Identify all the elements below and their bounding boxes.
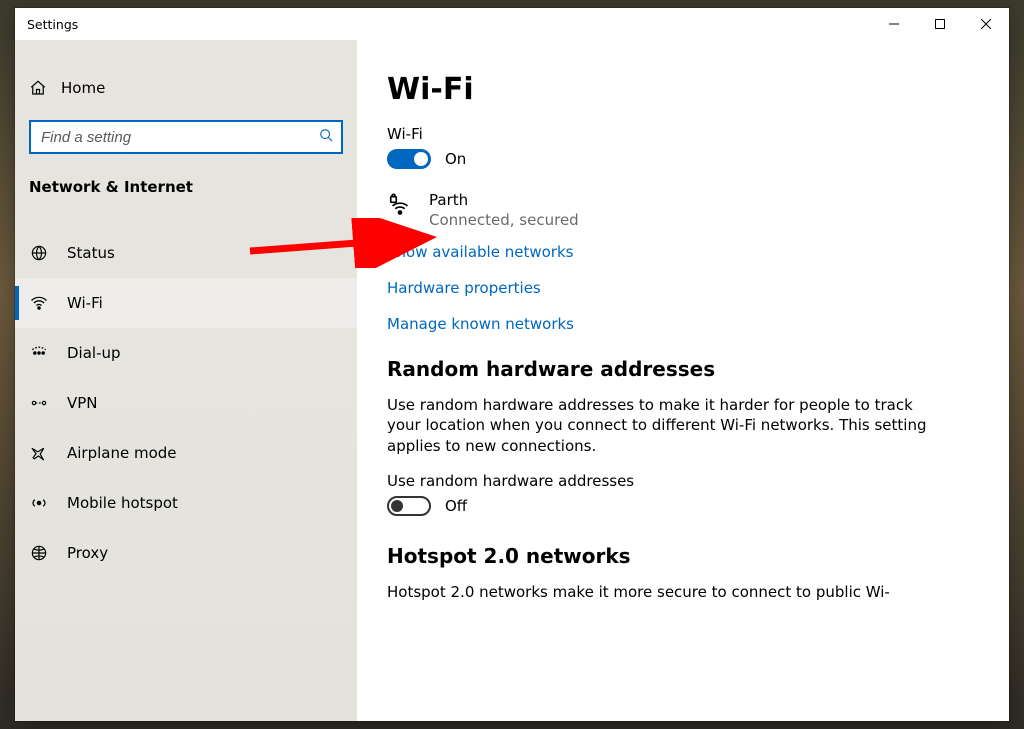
dialup-icon <box>29 344 49 362</box>
sidebar-item-hotspot[interactable]: Mobile hotspot <box>15 478 357 528</box>
random-hw-toggle-label: Use random hardware addresses <box>387 472 975 490</box>
random-hw-toggle-state: Off <box>445 497 467 515</box>
vpn-icon <box>29 394 49 412</box>
search-input[interactable] <box>41 129 319 146</box>
maximize-button[interactable] <box>917 8 963 40</box>
wifi-toggle-state: On <box>445 150 466 168</box>
hotspot20-body: Hotspot 2.0 networks make it more secure… <box>387 582 947 602</box>
status-icon <box>29 244 49 262</box>
sidebar-item-label: Wi-Fi <box>67 294 103 312</box>
window-controls <box>871 8 1009 40</box>
current-network[interactable]: Parth Connected, secured <box>387 191 975 229</box>
sidebar-item-wifi[interactable]: Wi-Fi <box>15 278 357 328</box>
sidebar-item-airplane[interactable]: Airplane mode <box>15 428 357 478</box>
sidebar-home-label: Home <box>61 79 105 97</box>
window-title: Settings <box>27 17 78 32</box>
titlebar: Settings <box>15 8 1009 40</box>
random-hw-heading: Random hardware addresses <box>387 357 975 381</box>
wifi-toggle-label: Wi-Fi <box>387 125 975 143</box>
proxy-icon <box>29 544 49 562</box>
link-hardware-properties[interactable]: Hardware properties <box>387 279 975 297</box>
wifi-toggle[interactable] <box>387 149 431 169</box>
sidebar-item-label: Dial-up <box>67 344 121 362</box>
sidebar-nav: Status Wi-Fi <box>15 204 357 578</box>
minimize-button[interactable] <box>871 8 917 40</box>
sidebar-item-label: VPN <box>67 394 98 412</box>
close-button[interactable] <box>963 8 1009 40</box>
sidebar-category-title: Network & Internet <box>15 164 357 204</box>
sidebar-item-label: Airplane mode <box>67 444 177 462</box>
airplane-icon <box>29 444 49 462</box>
sidebar-item-proxy[interactable]: Proxy <box>15 528 357 578</box>
settings-window: Settings Home <box>15 8 1009 721</box>
random-hw-body: Use random hardware addresses to make it… <box>387 395 947 456</box>
link-show-networks[interactable]: Show available networks <box>387 243 975 261</box>
sidebar-item-vpn[interactable]: VPN <box>15 378 357 428</box>
hotspot20-heading: Hotspot 2.0 networks <box>387 544 975 568</box>
link-manage-known-networks[interactable]: Manage known networks <box>387 315 975 333</box>
sidebar-item-status[interactable]: Status <box>15 228 357 278</box>
sidebar-item-label: Status <box>67 244 115 262</box>
search-icon <box>319 128 333 146</box>
main-content: Wi-Fi Wi-Fi On Parth Connected, secured <box>357 40 1009 721</box>
network-status: Connected, secured <box>429 211 579 229</box>
sidebar-home[interactable]: Home <box>15 68 357 108</box>
sidebar-item-label: Proxy <box>67 544 108 562</box>
sidebar: Home Network & Internet <box>15 40 357 721</box>
sidebar-item-label: Mobile hotspot <box>67 494 178 512</box>
home-icon <box>29 79 47 97</box>
sidebar-item-dialup[interactable]: Dial-up <box>15 328 357 378</box>
wifi-secured-icon <box>387 193 413 219</box>
random-hw-toggle[interactable] <box>387 496 431 516</box>
search-input-wrap[interactable] <box>29 120 343 154</box>
page-title: Wi-Fi <box>387 72 975 107</box>
wifi-icon <box>29 294 49 312</box>
network-name: Parth <box>429 191 579 209</box>
hotspot-icon <box>29 494 49 512</box>
